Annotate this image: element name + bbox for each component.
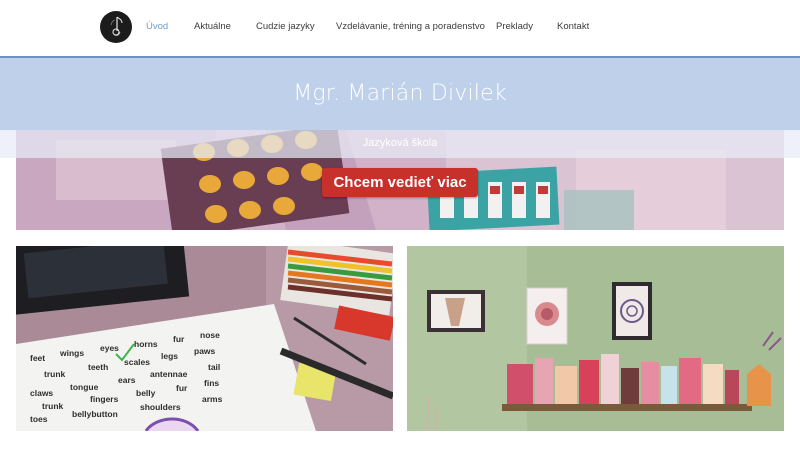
- logo-icon[interactable]: [100, 11, 132, 43]
- cta-button[interactable]: Chcem vedieť viac: [322, 168, 478, 197]
- worksheet-word: claws: [30, 388, 53, 398]
- nav-item-preklady[interactable]: Preklady: [496, 21, 533, 32]
- worksheet-word: nose: [200, 330, 220, 340]
- worksheet-word: tongue: [70, 382, 99, 392]
- worksheet-word: legs: [161, 351, 178, 361]
- site-header: Úvod Aktuálne Cudzie jazyky Vzdelávanie,…: [0, 0, 800, 56]
- worksheet-word: belly: [136, 388, 156, 398]
- page-subtitle: Jazyková škola: [362, 137, 438, 149]
- worksheet-word: scales: [124, 357, 150, 367]
- worksheet-word: wings: [59, 348, 84, 358]
- worksheet-word: fur: [173, 334, 185, 344]
- worksheet-word: fur: [176, 383, 188, 393]
- worksheet-word: feet: [30, 353, 45, 363]
- worksheet-word: paws: [194, 346, 216, 356]
- hero-section: Mgr. Marián Divilek Jazyková škola Chcem…: [0, 58, 800, 238]
- worksheet-word: trunk: [44, 369, 66, 379]
- nav-item-aktualne[interactable]: Aktuálne: [194, 21, 231, 32]
- worksheet-word: tail: [208, 362, 220, 372]
- nav-item-kontakt[interactable]: Kontakt: [557, 21, 589, 32]
- worksheet-word: arms: [202, 394, 223, 404]
- worksheet-word: trunk: [42, 401, 64, 411]
- worksheet-word: horns: [134, 339, 158, 349]
- nav-item-uvod[interactable]: Úvod: [146, 21, 168, 32]
- worksheet-word: toes: [30, 414, 48, 424]
- worksheet-word: bellybutton: [72, 409, 118, 419]
- worksheet-word: ears: [118, 375, 136, 385]
- worksheet-word: teeth: [88, 362, 108, 372]
- page-title: Mgr. Marián Divilek: [293, 81, 507, 106]
- nav-item-cudzie-jazyky[interactable]: Cudzie jazyky: [256, 21, 315, 32]
- nav-item-vzdelavanie[interactable]: Vzdelávanie, tréning a poradenstvo: [336, 21, 485, 32]
- worksheet-word: antennae: [150, 369, 188, 379]
- feature-image-worksheet[interactable]: feet wings eyes horns fur nose trunk tee…: [16, 246, 393, 431]
- worksheet-word: fingers: [90, 394, 119, 404]
- worksheet-word: shoulders: [140, 402, 181, 412]
- worksheet-word: fins: [204, 378, 219, 388]
- feature-image-classroom[interactable]: [407, 246, 784, 431]
- worksheet-word: eyes: [100, 343, 119, 353]
